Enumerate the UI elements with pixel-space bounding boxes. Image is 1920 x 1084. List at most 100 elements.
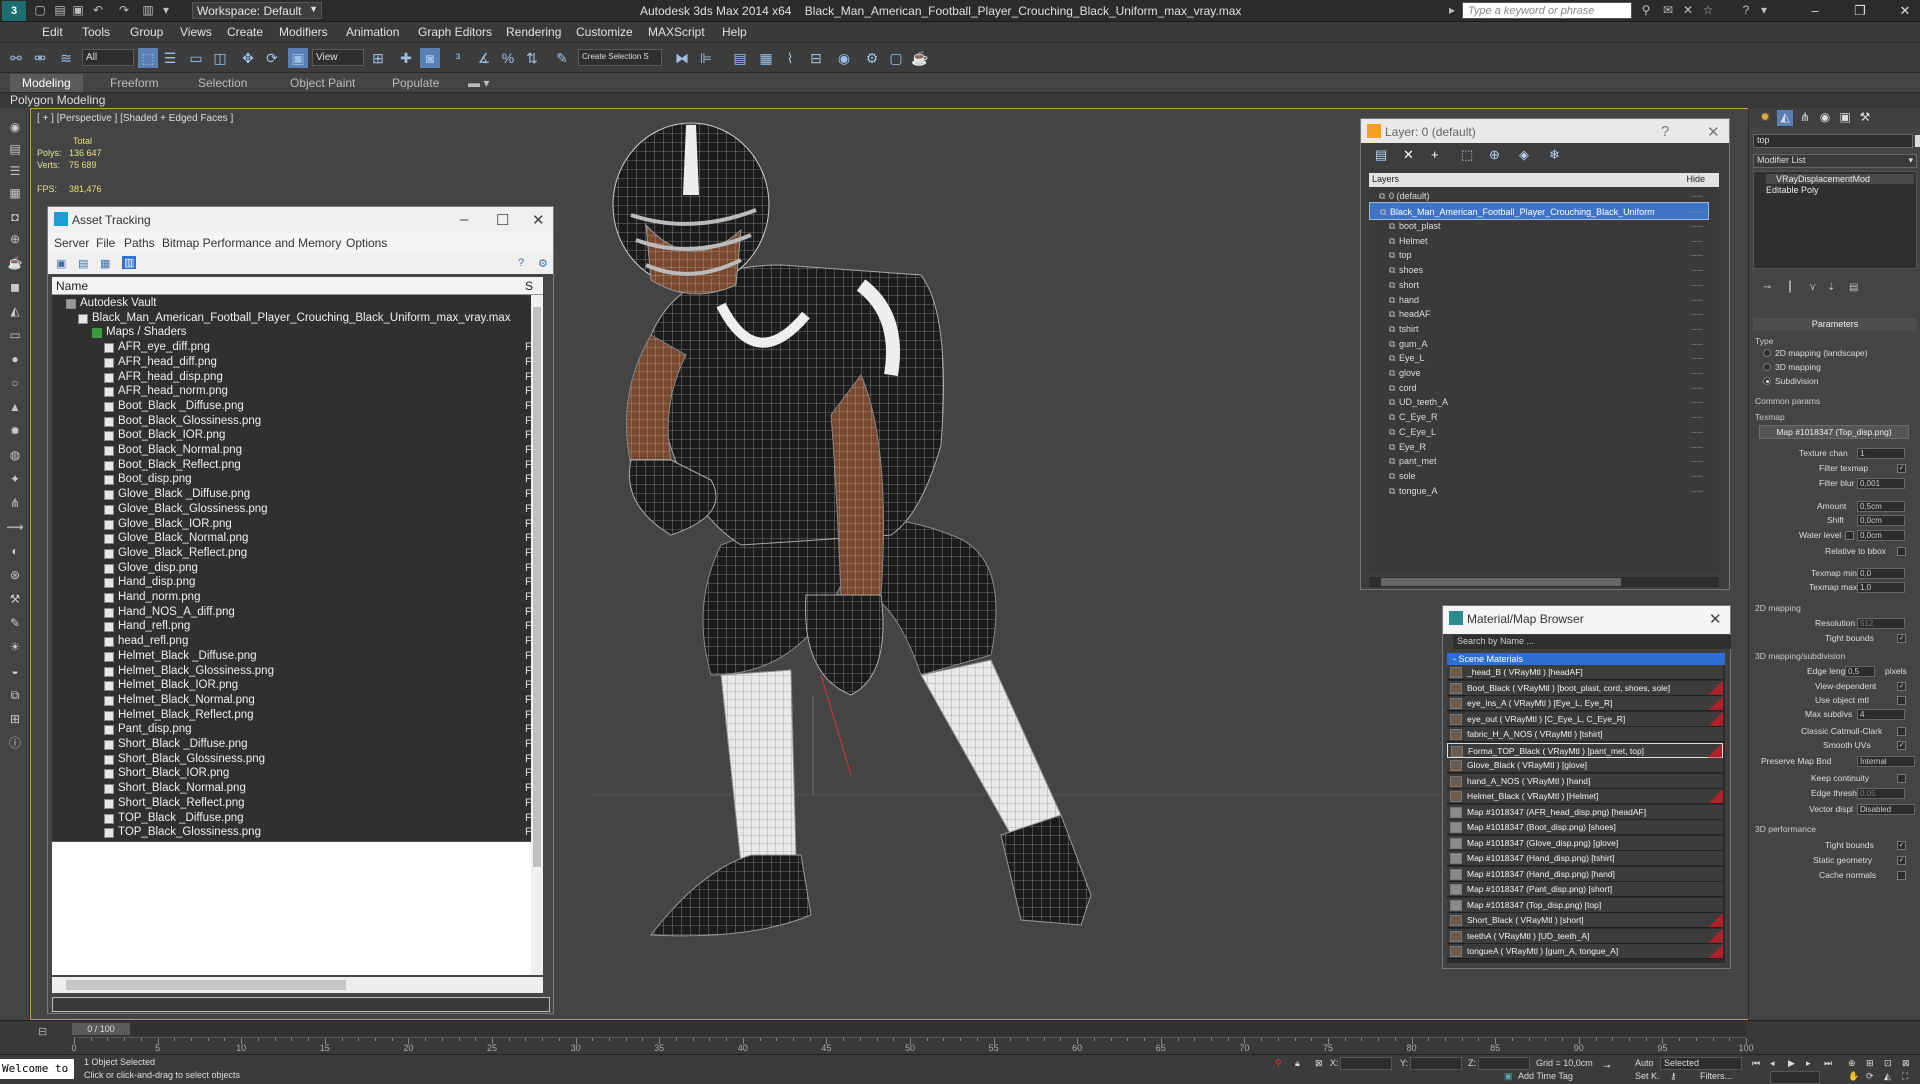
material-row[interactable]: Short_Black ( VRayMtl ) [short] <box>1447 913 1723 928</box>
viewport-label[interactable]: [ + ] [Perspective ] [Shaded + Edged Fac… <box>37 113 233 124</box>
modifier-list-dropdown[interactable]: Modifier List ▾ <box>1753 154 1917 168</box>
material-row[interactable]: _head_B ( VRayMtl ) [headAF] <box>1447 665 1723 680</box>
material-row[interactable]: Map #1018347 (Hand_disp.png) [hand] <box>1447 866 1723 882</box>
quick-access-dropdown-icon[interactable]: ▾ <box>158 3 174 18</box>
make-unique-icon[interactable]: ⋎ <box>1809 282 1816 293</box>
list-view-icon[interactable]: ▤ <box>78 257 88 270</box>
curve-editor-icon[interactable]: ⌇ <box>780 48 800 68</box>
tab-populate[interactable]: Populate <box>382 76 449 90</box>
material-row[interactable]: fabric_H_A_NOS ( VRayMtl ) [tshirt] <box>1447 727 1723 742</box>
modify-tab-icon[interactable]: ◭ <box>1777 110 1793 126</box>
close-icon[interactable]: ✕ <box>532 211 545 229</box>
save-icon[interactable]: ▣ <box>70 3 86 18</box>
rectangular-selection-icon[interactable]: ▭ <box>186 48 206 68</box>
selection-filter-dropdown[interactable]: All <box>82 49 134 66</box>
snap-icon[interactable]: ⊞ <box>6 710 24 728</box>
prev-frame-icon[interactable]: ◂ <box>1770 1058 1775 1069</box>
material-row[interactable]: eye_ins_A ( VRayMtl ) [Eye_L, Eye_R] <box>1447 696 1723 711</box>
amount-field[interactable]: 0,5cm <box>1857 501 1905 512</box>
key-mode-icon[interactable]: ⊸ <box>1603 1061 1611 1072</box>
render-setup-icon[interactable]: ⚙ <box>862 48 882 68</box>
keep-continuity-checkbox[interactable] <box>1897 774 1906 783</box>
bind-space-warp-icon[interactable]: ≋ <box>56 48 76 68</box>
snaps-toggle-icon[interactable]: ³ <box>448 48 468 68</box>
material-row[interactable]: tongueA ( VRayMtl ) [gum_A, tongue_A] <box>1447 944 1723 959</box>
help-dropdown-icon[interactable]: ▾ <box>1756 3 1772 18</box>
object-icon[interactable]: ◼ <box>6 278 24 296</box>
tab-object-paint[interactable]: Object Paint <box>280 76 365 90</box>
named-selection-sets-dropdown[interactable]: Create Selection S <box>578 49 662 66</box>
teapot-icon[interactable]: ☕ <box>6 254 24 272</box>
radio-subdivision[interactable] <box>1763 377 1771 385</box>
mirror-icon[interactable]: ⧓ <box>672 48 692 68</box>
hierarchy-tab-icon[interactable]: ⋔ <box>1797 110 1813 126</box>
y-coordinate-field[interactable] <box>1410 1057 1462 1070</box>
go-to-end-icon[interactable]: ⏭ <box>1824 1058 1832 1069</box>
pivot-center-icon[interactable]: ⊞ <box>368 48 388 68</box>
current-frame-field[interactable] <box>1770 1071 1820 1084</box>
x-coordinate-field[interactable] <box>1340 1057 1392 1070</box>
menu-customize[interactable]: Customize <box>576 25 633 39</box>
configure-sets-icon[interactable]: ▤ <box>1849 282 1858 293</box>
link-icon[interactable]: ⚯ <box>6 48 26 68</box>
layer-icon[interactable]: ▤ <box>6 140 24 158</box>
auto-key-button[interactable]: Auto <box>1635 1058 1654 1068</box>
material-icon[interactable]: ◍ <box>6 446 24 464</box>
material-row[interactable]: Map #1018347 (Glove_disp.png) [glove] <box>1447 835 1723 851</box>
schematic-view-icon[interactable]: ⊟ <box>806 48 826 68</box>
filter-blur-field[interactable]: 0,001 <box>1857 478 1905 489</box>
material-row[interactable]: Map #1018347 (Boot_disp.png) [shoes] <box>1447 820 1723 835</box>
tab-modeling[interactable]: Modeling <box>10 74 83 92</box>
angle-snap-icon[interactable]: ∡ <box>474 48 494 68</box>
next-frame-icon[interactable]: ▸ <box>1806 1058 1811 1069</box>
material-row[interactable]: eye_out ( VRayMtl ) [C_Eye_L, C_Eye_R] <box>1447 711 1723 727</box>
menu-file[interactable]: File <box>96 236 115 250</box>
motion-icon[interactable]: ⟿ <box>6 518 24 536</box>
object-name-field[interactable]: top <box>1753 134 1913 148</box>
texmap-button[interactable]: Map #1018347 (Top_disp.png) <box>1759 425 1909 439</box>
edge-length-field[interactable]: 0,5 <box>1845 666 1875 677</box>
orbit-icon[interactable]: ⟳ <box>1866 1071 1874 1082</box>
exchange-icon[interactable]: ✕ <box>1680 3 1696 18</box>
menu-maxscript[interactable]: MAXScript <box>648 25 705 39</box>
resolution-field[interactable]: 512 <box>1857 618 1905 629</box>
use-object-mtl-checkbox[interactable] <box>1897 696 1906 705</box>
rotate-icon[interactable]: ⟳ <box>262 48 282 68</box>
render-production-icon[interactable]: ☕ <box>910 48 930 68</box>
shift-field[interactable]: 0,0cm <box>1857 515 1905 526</box>
parameters-rollout[interactable]: Parameters <box>1753 318 1917 331</box>
relative-bbox-checkbox[interactable] <box>1897 547 1906 556</box>
display-tab-icon[interactable]: ▣ <box>1837 110 1853 126</box>
polygon-modeling-panel[interactable]: Polygon Modeling <box>10 93 105 107</box>
maximize-icon[interactable]: ☐ <box>496 211 509 229</box>
tab-freeform[interactable]: Freeform <box>100 76 169 90</box>
workspace-selector[interactable]: Workspace: Default ▼ <box>192 2 322 19</box>
pin-stack-icon[interactable]: ⊸ <box>1763 282 1771 293</box>
close-icon[interactable]: ✕ <box>1709 610 1722 628</box>
maximize-viewport-icon[interactable]: ⊠ <box>1902 1058 1910 1069</box>
water-level-field[interactable]: 0,0cm <box>1857 530 1905 541</box>
texmap-max-field[interactable]: 1,0 <box>1857 582 1905 593</box>
menu-edit[interactable]: Edit <box>42 25 63 39</box>
key-icon[interactable]: ⚷ <box>1670 1071 1677 1082</box>
material-row[interactable]: Glove_Black ( VRayMtl ) [glove] <box>1447 758 1723 773</box>
communication-center-icon[interactable]: ✉ <box>1660 3 1676 18</box>
zoom-extents-icon[interactable]: ⊡ <box>1884 1058 1892 1069</box>
isolate-icon[interactable]: ⚲ <box>1275 1058 1282 1069</box>
water-level-checkbox[interactable] <box>1845 531 1854 540</box>
hide-toggle[interactable]: ---- <box>1691 482 1703 500</box>
edge-thresh-field[interactable]: 0,05 <box>1857 788 1905 799</box>
scale-icon[interactable]: ▣ <box>288 48 308 68</box>
material-row[interactable]: Forma_TOP_Black ( VRayMtl ) [pant_met, t… <box>1447 742 1723 758</box>
zoom-icon[interactable]: ⊕ <box>1848 1058 1856 1069</box>
layer-manager-icon[interactable]: ▤ <box>730 48 750 68</box>
settings-icon[interactable]: ⚙ <box>538 257 548 270</box>
asset-list-scrollbar[interactable] <box>531 295 543 975</box>
asset-path-input[interactable] <box>52 997 550 1012</box>
help-icon[interactable]: ? <box>1738 3 1754 18</box>
vector-displ-dropdown[interactable]: Disabled <box>1857 804 1915 815</box>
material-search-input[interactable]: Search by Name ... <box>1453 635 1731 649</box>
timeline-ruler[interactable]: 0 5 10 15 20 25 30 35 40 45 50 55 60 65 70 75 80 85 90 95 10… <box>71 1037 1754 1053</box>
spinner-snap-icon[interactable]: ⇅ <box>522 48 542 68</box>
play-icon[interactable]: ▶ <box>1788 1058 1795 1069</box>
